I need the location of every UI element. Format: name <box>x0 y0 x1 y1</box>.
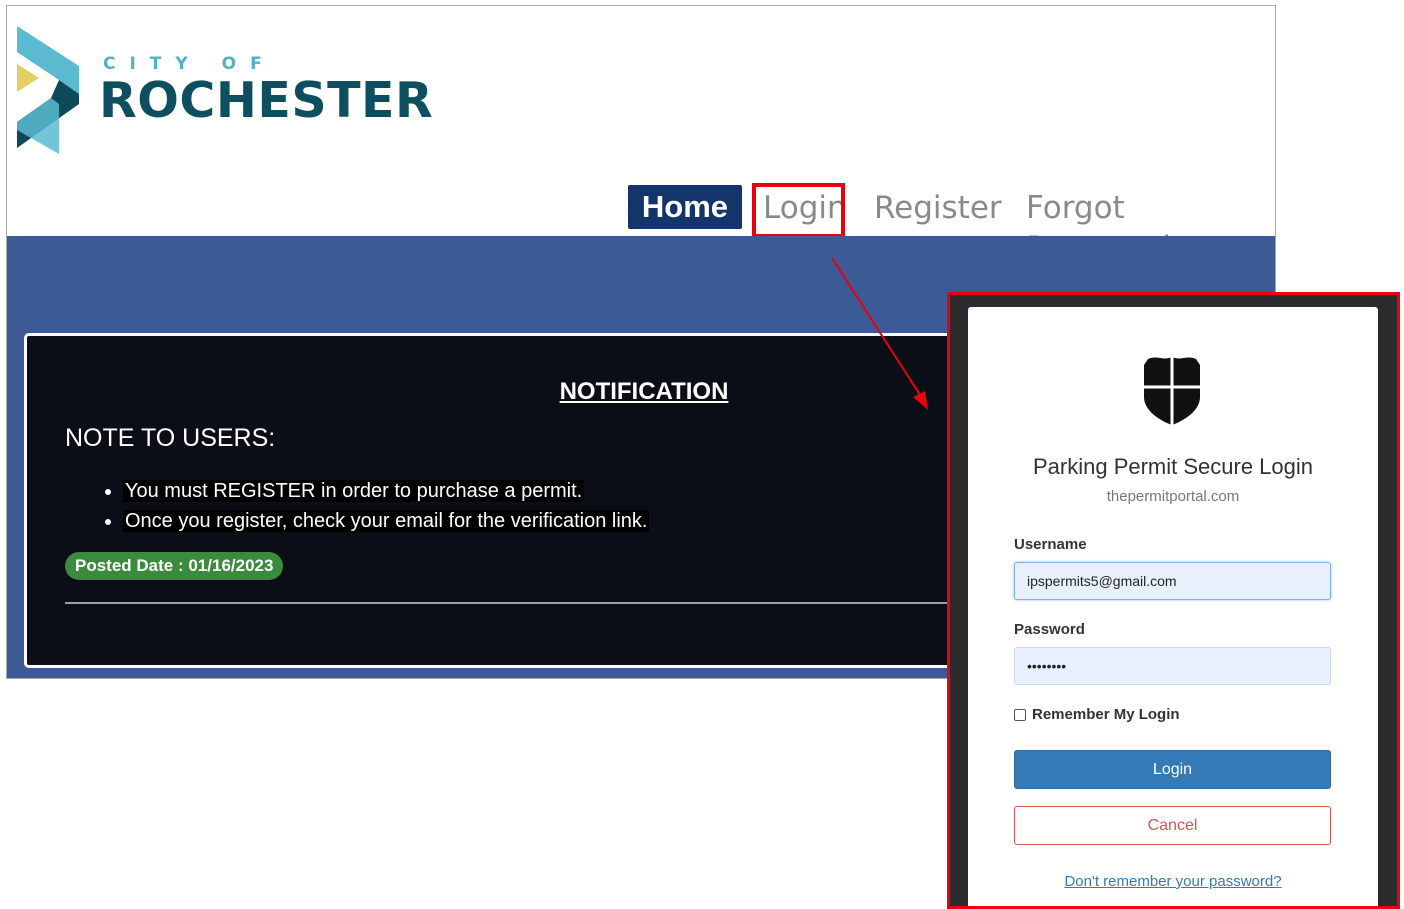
posted-date-badge: Posted Date : 01/16/2023 <box>65 552 284 580</box>
divider <box>65 602 985 604</box>
note-heading: NOTE TO USERS: <box>65 424 276 452</box>
nav-register[interactable]: Register <box>874 188 1002 228</box>
list-item: You must REGISTER in order to purchase a… <box>123 476 649 506</box>
login-button[interactable]: Login <box>1014 750 1331 789</box>
password-label: Password <box>1014 621 1085 638</box>
username-label: Username <box>1014 536 1087 553</box>
remember-label: Remember My Login <box>1032 706 1180 723</box>
list-item: Once you register, check your email for … <box>123 506 650 536</box>
login-highlight-box <box>752 183 845 238</box>
note-list: You must REGISTER in order to purchase a… <box>99 476 650 536</box>
forgot-password-link[interactable]: Don't remember your password? <box>968 873 1378 890</box>
username-input[interactable]: ipspermits5@gmail.com <box>1014 562 1331 600</box>
remember-login[interactable]: Remember My Login <box>1014 706 1180 723</box>
password-input[interactable]: •••••••• <box>1014 647 1331 685</box>
shield-icon <box>1144 357 1200 425</box>
login-subtitle: thepermitportal.com <box>1106 488 1240 505</box>
chevron-logo-icon <box>17 26 79 154</box>
logo-city-of: CITY OF <box>103 54 276 74</box>
cancel-button[interactable]: Cancel <box>1014 806 1331 845</box>
login-popup-frame: Parking Permit Secure Login thepermitpor… <box>947 292 1400 909</box>
nav-forgot-password[interactable]: Forgot Password <box>1026 188 1275 266</box>
login-title: Parking Permit Secure Login <box>1032 454 1314 479</box>
nav-home[interactable]: Home <box>628 185 742 229</box>
login-dialog: Parking Permit Secure Login thepermitpor… <box>968 307 1378 906</box>
logo-rochester: ROCHESTER <box>99 72 434 129</box>
remember-checkbox[interactable] <box>1014 708 1026 721</box>
